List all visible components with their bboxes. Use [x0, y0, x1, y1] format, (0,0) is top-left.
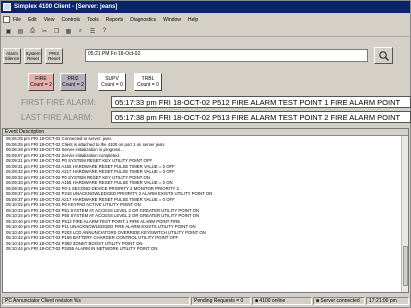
status-line: ■ 4100 online [252, 297, 312, 305]
menu-bar: File Edit View Controls Tools Reports Di… [1, 15, 410, 24]
menu-edit[interactable]: Edit [28, 17, 37, 23]
search-icon [378, 50, 389, 61]
fire-status-count: Count = 2 [30, 82, 52, 88]
system-reset-label: System Reset [25, 51, 41, 61]
event-log-rows: 05:06:25 pm FRI 18-OCT-02 Connected to s… [3, 136, 408, 252]
document-icon [3, 16, 10, 23]
title-bar: Simplex 4100 Client - [Server: jeans] [1, 1, 410, 13]
status-server-text: Server connected [320, 298, 360, 304]
message-display: 05:21 PM Fri 18-Oct-02 [85, 49, 368, 62]
event-log-header[interactable]: Event Description [3, 129, 408, 136]
status-line-text: 4100 online [259, 298, 286, 304]
menu-reports[interactable]: Reports [106, 17, 124, 23]
menu-window[interactable]: Window [163, 17, 181, 23]
status-pending: Pending Requests = 0 [191, 297, 251, 305]
copy-icon[interactable]: ❐ [52, 27, 61, 35]
fire-status-button[interactable]: FIRE Count = 2 [28, 73, 54, 91]
menu-controls[interactable]: Controls [61, 17, 80, 23]
help-icon[interactable]: ? [100, 27, 109, 35]
menu-help[interactable]: Help [188, 17, 198, 23]
pri2-status-count: Count = 2 [62, 82, 84, 88]
first-fire-alarm-value: 05:17:33 pm FRI 18-OCT-02 P512 FIRE ALAR… [111, 96, 411, 108]
menu-diagnostics[interactable]: Diagnostics [130, 17, 156, 23]
pri2-reset-label: PRI2 Reset [48, 51, 60, 61]
alarm-silence-button[interactable]: Alarm Silence [3, 48, 21, 64]
status-server-icon: ■ [316, 298, 320, 304]
pri2-reset-button[interactable]: PRI2 Reset [45, 48, 63, 64]
event-log-scrollbar[interactable] [401, 136, 408, 292]
cut-icon[interactable]: ✂ [40, 27, 49, 35]
status-server: ■ Server connected [313, 297, 365, 305]
save-icon[interactable]: ▤ [16, 27, 25, 35]
message-text: 05:21 PM Fri 18-Oct-02 [88, 51, 141, 57]
application-window: Simplex 4100 Client - [Server: jeans] Fi… [0, 0, 411, 308]
status-bar: PC Annunciator Client revision %s Pendin… [1, 295, 410, 307]
event-log[interactable]: Event Description 05:06:25 pm FRI 18-OCT… [2, 128, 409, 293]
status-line-icon: ■ [255, 298, 259, 304]
menu-file[interactable]: File [13, 17, 21, 23]
open-icon[interactable]: ▣ [4, 27, 13, 35]
trbl-status-button[interactable]: TRBL Count = 0 [134, 73, 162, 91]
toolbar: ▣ ▤ ⎙ ✂ ❐ ▦ ⌕ ☰ ? [1, 26, 410, 37]
search-button[interactable] [374, 47, 393, 64]
status-time: 17:21:00 pm [366, 297, 409, 305]
alarm-silence-label: Alarm Silence [4, 51, 20, 61]
supv-status-button[interactable]: SUPV Count = 0 [98, 73, 126, 91]
app-icon [3, 3, 11, 11]
print-icon[interactable]: ⎙ [28, 27, 37, 35]
menu-view[interactable]: View [44, 17, 55, 23]
first-fire-alarm-label: FIRST FIRE ALARM: [21, 98, 96, 107]
status-revision: PC Annunciator Client revision %s [2, 297, 190, 305]
trbl-status-count: Count = 0 [137, 82, 159, 88]
last-fire-alarm-label: LAST FIRE ALARM: [21, 113, 93, 122]
last-fire-alarm-value: 05:17:38 pm FRI 18-OCT-02 P513 FIRE ALAR… [111, 111, 411, 123]
log-row[interactable]: 05:10:44 pm FRI 18-OCT-02 P2455 ALARM IN… [3, 246, 408, 252]
find-icon[interactable]: ⌕ [76, 27, 85, 35]
list-icon[interactable]: ☰ [88, 27, 97, 35]
scrollbar-thumb[interactable] [403, 246, 408, 286]
system-reset-button[interactable]: System Reset [24, 48, 42, 64]
supv-status-count: Count = 0 [101, 82, 123, 88]
paste-icon[interactable]: ▦ [64, 27, 73, 35]
pri2-status-button[interactable]: PRI2 Count = 2 [60, 73, 86, 91]
window-title: Simplex 4100 Client - [Server: jeans] [14, 4, 118, 10]
menu-tools[interactable]: Tools [87, 17, 99, 23]
